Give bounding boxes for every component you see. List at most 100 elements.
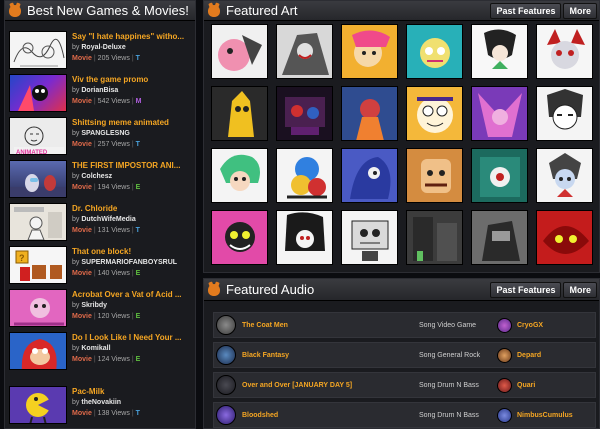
track-icon[interactable] bbox=[216, 315, 236, 335]
thumbnail-image[interactable] bbox=[9, 289, 67, 327]
item-title[interactable]: Viv the game promo bbox=[72, 74, 190, 85]
item-author[interactable]: Komikall bbox=[81, 345, 110, 352]
art-thumbnail[interactable] bbox=[276, 210, 333, 265]
art-thumbnail[interactable] bbox=[341, 210, 398, 265]
art-thumbnail[interactable] bbox=[276, 148, 333, 203]
track-author[interactable]: Quari bbox=[517, 382, 535, 389]
art-thumbnail[interactable] bbox=[211, 148, 268, 203]
author-avatar[interactable] bbox=[497, 377, 512, 393]
item-author[interactable]: Colchesz bbox=[81, 173, 112, 180]
track-title[interactable]: Bloodshed bbox=[242, 412, 278, 419]
track-icon[interactable] bbox=[216, 375, 236, 395]
item-title[interactable]: Do I Look Like I Need Your ... bbox=[72, 332, 190, 343]
list-item[interactable]: THE FIRST IMPOSTOR ANI... by Colchesz Mo… bbox=[9, 160, 193, 200]
item-title[interactable]: Say "I hate happines" witho... bbox=[72, 31, 190, 42]
track-author[interactable]: CryoGX bbox=[517, 322, 543, 329]
art-thumbnail[interactable] bbox=[536, 148, 593, 203]
item-author[interactable]: DorianBisa bbox=[81, 87, 118, 94]
item-title[interactable]: That one block! bbox=[72, 246, 190, 257]
item-author[interactable]: SPANGLESNG bbox=[81, 130, 130, 137]
thumbnail-image[interactable]: ANIMATED bbox=[9, 117, 67, 155]
list-item[interactable]: Dr. Chloride by DutchWifeMedia Movie | 131… bbox=[9, 203, 193, 243]
list-item[interactable]: Do I Look Like I Need Your ... by Komika… bbox=[9, 332, 193, 372]
track-title[interactable]: Over and Over [JANUARY DAY 5] bbox=[242, 382, 352, 389]
by-label: by bbox=[72, 302, 80, 309]
author-avatar[interactable] bbox=[497, 347, 512, 363]
art-thumbnail[interactable] bbox=[471, 86, 528, 141]
list-item[interactable]: Pac-Milk by theNovakiin Movie | 138 Views |… bbox=[9, 386, 193, 426]
by-label: by bbox=[72, 130, 80, 137]
art-thumbnail[interactable] bbox=[406, 148, 463, 203]
art-thumbnail[interactable] bbox=[536, 210, 593, 265]
art-thumbnail[interactable] bbox=[341, 86, 398, 141]
art-thumbnail[interactable] bbox=[471, 148, 528, 203]
list-item[interactable]: Say "I hate happines" witho... by Royal-… bbox=[9, 31, 193, 71]
audio-row[interactable]: Over and Over [JANUARY DAY 5] Song Drum … bbox=[213, 372, 596, 398]
list-item[interactable]: ANIMATED Shittsing meme animated by SPAN… bbox=[9, 117, 193, 157]
by-label: by bbox=[72, 173, 80, 180]
item-author[interactable]: Skribdy bbox=[81, 302, 107, 309]
audio-more-button[interactable]: More bbox=[563, 282, 597, 298]
track-author[interactable]: NimbusCumulus bbox=[517, 412, 573, 419]
art-thumbnail[interactable] bbox=[471, 210, 528, 265]
item-type: Movie bbox=[72, 55, 92, 62]
track-genre: Song General Rock bbox=[419, 351, 481, 359]
audio-row[interactable]: Black Fantasy Song General Rock Depard bbox=[213, 342, 596, 368]
item-views: 124 Views bbox=[97, 356, 130, 363]
by-label: by bbox=[72, 216, 80, 223]
audio-past-features-button[interactable]: Past Features bbox=[490, 282, 562, 298]
art-thumbnail[interactable] bbox=[536, 24, 593, 79]
item-title[interactable]: THE FIRST IMPOSTOR ANI... bbox=[72, 160, 190, 171]
art-thumbnail[interactable] bbox=[211, 24, 268, 79]
best-new-header: Best New Games & Movies! bbox=[5, 1, 195, 21]
art-thumbnail[interactable] bbox=[406, 210, 463, 265]
audio-row[interactable]: The Coat Men Song Video Game CryoGX bbox=[213, 312, 596, 338]
track-icon[interactable] bbox=[216, 405, 236, 425]
item-views: 205 Views bbox=[97, 55, 130, 62]
track-title[interactable]: Black Fantasy bbox=[242, 352, 289, 359]
art-thumbnail[interactable] bbox=[276, 24, 333, 79]
track-author[interactable]: Depard bbox=[517, 352, 541, 359]
item-title[interactable]: Dr. Chloride bbox=[72, 203, 190, 214]
art-thumbnail[interactable] bbox=[341, 24, 398, 79]
item-author[interactable]: Royal-Deluxe bbox=[81, 44, 125, 51]
item-type: Movie bbox=[72, 356, 92, 363]
list-item[interactable]: ? That one block! by SUPERMARIOFANBOYSRU… bbox=[9, 246, 193, 286]
thumbnail-image[interactable] bbox=[9, 332, 67, 370]
thumbnail-image[interactable] bbox=[9, 386, 67, 424]
art-thumbnail[interactable] bbox=[406, 86, 463, 141]
art-thumbnail[interactable] bbox=[276, 86, 333, 141]
thumbnail-image[interactable] bbox=[9, 203, 67, 241]
item-type: Movie bbox=[72, 410, 92, 417]
list-item[interactable]: Acrobat Over a Vat of Acid ... by Skribd… bbox=[9, 289, 193, 329]
art-thumbnail[interactable] bbox=[471, 24, 528, 79]
audio-row[interactable]: Bloodshed Song Drum N Bass NimbusCumulus bbox=[213, 402, 596, 428]
author-avatar[interactable] bbox=[497, 317, 512, 333]
art-thumbnail[interactable] bbox=[536, 86, 593, 141]
art-thumbnail[interactable] bbox=[341, 148, 398, 203]
art-more-button[interactable]: More bbox=[563, 3, 597, 19]
item-title[interactable]: Shittsing meme animated bbox=[72, 117, 190, 128]
track-icon[interactable] bbox=[216, 345, 236, 365]
thumbnail-image[interactable] bbox=[9, 74, 67, 112]
featured-art-title: Featured Art bbox=[226, 3, 298, 18]
item-author[interactable]: DutchWifeMedia bbox=[81, 216, 135, 223]
art-thumbnail[interactable] bbox=[211, 210, 268, 265]
author-avatar[interactable] bbox=[497, 407, 512, 423]
item-type: Movie bbox=[72, 227, 92, 234]
item-author[interactable]: theNovakiin bbox=[81, 399, 121, 406]
thumbnail-image[interactable] bbox=[9, 160, 67, 198]
art-thumbnail[interactable] bbox=[406, 24, 463, 79]
item-title[interactable]: Acrobat Over a Vat of Acid ... bbox=[72, 289, 190, 300]
track-title[interactable]: The Coat Men bbox=[242, 322, 288, 329]
thumbnail-image[interactable] bbox=[9, 31, 67, 69]
list-item[interactable]: Viv the game promo by DorianBisa Movie | 5… bbox=[9, 74, 193, 114]
thumbnail-image[interactable]: ? bbox=[9, 246, 67, 284]
svg-text:?: ? bbox=[19, 253, 25, 263]
by-label: by bbox=[72, 87, 80, 94]
item-author[interactable]: SUPERMARIOFANBOYSRUL bbox=[81, 259, 177, 266]
item-title[interactable]: Pac-Milk bbox=[72, 386, 190, 397]
item-type: Movie bbox=[72, 184, 92, 191]
art-thumbnail[interactable] bbox=[211, 86, 268, 141]
art-past-features-button[interactable]: Past Features bbox=[490, 3, 562, 19]
